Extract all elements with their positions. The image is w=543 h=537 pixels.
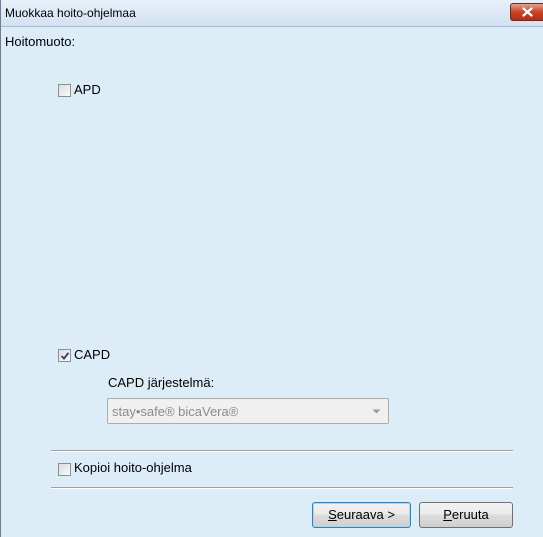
capd-system-select[interactable]: stay•safe® bicaVera®: [107, 398, 389, 424]
copy-program-label[interactable]: Kopioi hoito-ohjelma: [74, 460, 192, 475]
next-button-label: euraava >: [336, 507, 395, 522]
close-icon: [522, 7, 533, 17]
cancel-button[interactable]: Peruuta: [419, 502, 513, 528]
dialog-window: Muokkaa hoito-ohjelmaa Hoitomuoto: APD C…: [0, 0, 543, 537]
apd-label[interactable]: APD: [74, 82, 101, 97]
copy-program-checkbox[interactable]: [58, 463, 71, 476]
next-button-mnemonic: S: [328, 507, 337, 522]
separator-top: [51, 450, 513, 452]
treatment-mode-label: Hoitomuoto:: [5, 34, 76, 49]
checkmark-icon: [60, 352, 70, 360]
window-title: Muokkaa hoito-ohjelmaa: [5, 6, 136, 20]
next-button[interactable]: Seuraava >: [312, 502, 411, 528]
separator-bottom: [51, 487, 513, 489]
capd-system-label: CAPD järjestelmä:: [108, 375, 215, 390]
capd-label[interactable]: CAPD: [74, 347, 110, 362]
capd-system-value: stay•safe® bicaVera®: [112, 404, 239, 419]
close-button[interactable]: [510, 3, 543, 21]
cancel-button-mnemonic: P: [443, 507, 452, 522]
title-bar[interactable]: Muokkaa hoito-ohjelmaa: [1, 0, 543, 27]
cancel-button-label: eruuta: [451, 507, 489, 522]
capd-checkbox[interactable]: [58, 349, 71, 362]
apd-checkbox[interactable]: [58, 84, 71, 97]
chevron-down-icon: [372, 409, 381, 414]
